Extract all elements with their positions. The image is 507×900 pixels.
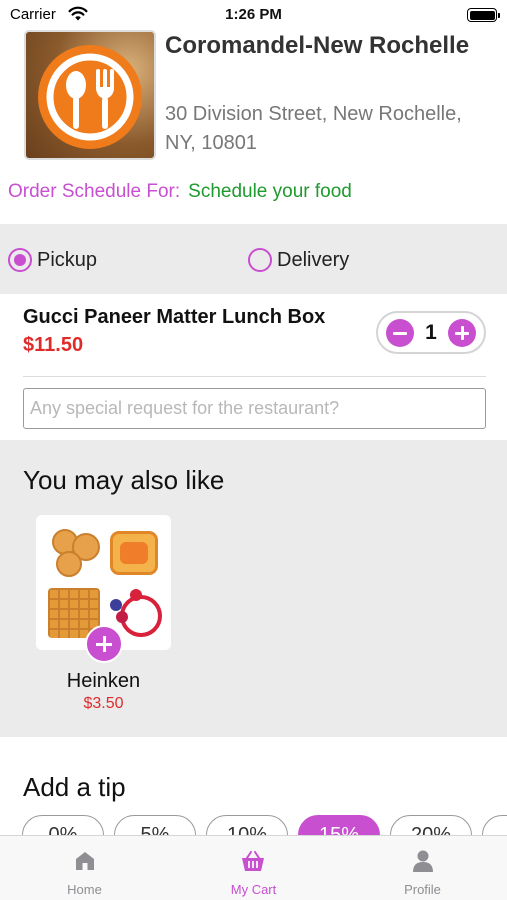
divider — [23, 376, 486, 377]
radio-checked-icon — [8, 248, 32, 272]
suggestion-item-price: $3.50 — [83, 695, 124, 712]
tab-profile[interactable]: Profile — [338, 836, 507, 900]
pickup-label: Pickup — [37, 248, 98, 271]
fork-spoon-plate-icon — [46, 53, 134, 141]
delivery-label: Delivery — [277, 248, 350, 271]
tab-bar: Home My Cart Profile — [0, 835, 507, 900]
pancakes-image — [50, 527, 102, 579]
delivery-radio[interactable]: Delivery — [248, 247, 349, 273]
status-bar: Carrier 1:26 PM — [0, 0, 507, 30]
schedule-value[interactable]: Schedule your food — [188, 181, 352, 202]
tab-home-label: Home — [67, 882, 102, 897]
suggestions-section: You may also like Heinken $3.50 — [0, 440, 507, 737]
tab-home[interactable]: Home — [0, 836, 169, 900]
home-icon — [76, 852, 94, 870]
increase-quantity-button[interactable] — [448, 319, 476, 347]
special-request-input[interactable] — [23, 388, 486, 429]
battery-icon — [467, 8, 500, 22]
suggestions-title: You may also like — [23, 465, 225, 495]
radio-unchecked-icon — [248, 248, 272, 272]
order-type-bar: Pickup Delivery — [0, 224, 507, 294]
tab-my-cart-label: My Cart — [230, 882, 277, 897]
decrease-quantity-button[interactable] — [386, 319, 414, 347]
quantity-stepper: 1 — [376, 311, 486, 354]
person-icon — [413, 850, 433, 872]
restaurant-address: 30 Division Street, New Rochelle, NY, 10… — [165, 103, 462, 154]
toast-image — [110, 531, 158, 575]
suggestion-item-name: Heinken — [66, 670, 141, 692]
tab-my-cart[interactable]: My Cart — [169, 836, 338, 900]
add-suggestion-button[interactable] — [85, 625, 123, 663]
schedule-label: Order Schedule For: — [8, 181, 181, 202]
tab-profile-label: Profile — [404, 882, 441, 897]
cart-item-price: $11.50 — [23, 334, 84, 356]
restaurant-name: Coromandel-New Rochelle — [165, 32, 470, 59]
pickup-radio[interactable]: Pickup — [8, 247, 97, 273]
restaurant-logo — [24, 30, 156, 160]
basket-icon — [242, 851, 264, 871]
order-schedule-row[interactable]: Order Schedule For: Schedule your food — [8, 181, 352, 203]
cart-item-name: Gucci Paneer Matter Lunch Box — [23, 306, 326, 328]
tip-title: Add a tip — [23, 772, 126, 802]
status-time: 1:26 PM — [225, 6, 282, 23]
